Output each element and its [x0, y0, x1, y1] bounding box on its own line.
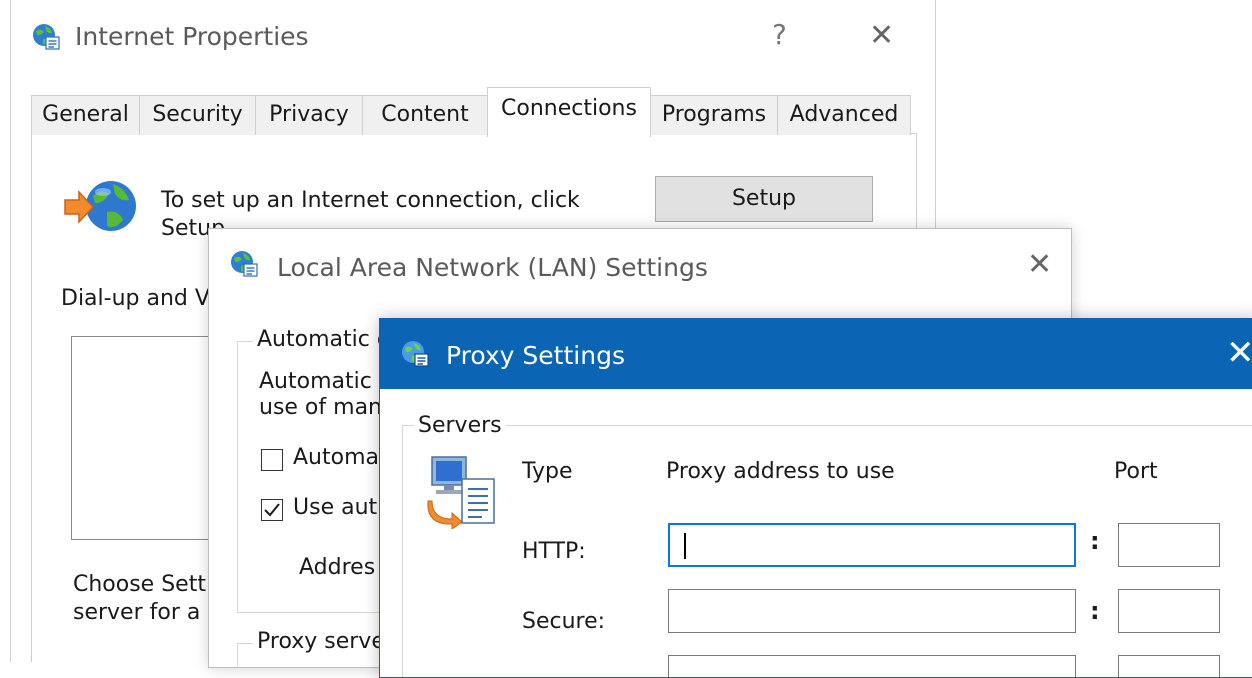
proxy-server-label: Proxy serve	[253, 629, 389, 654]
http-port-input[interactable]	[1118, 523, 1220, 567]
dialup-vpn-label: Dial-up and Vi	[61, 286, 216, 311]
auto-detect-label: Automa	[293, 445, 379, 470]
globe-settings-icon	[402, 341, 429, 367]
secure-address-input[interactable]	[668, 589, 1076, 633]
tab-general[interactable]: General	[31, 95, 140, 135]
proxy-settings-titlebar: Proxy Settings ✕	[380, 319, 1252, 389]
type-column-header: Type	[522, 459, 573, 484]
secure-port-input[interactable]	[1118, 589, 1220, 633]
text-caret	[684, 533, 686, 559]
port-column-header: Port	[1114, 459, 1158, 484]
checkmark-icon	[264, 503, 280, 517]
close-button[interactable]: ✕	[1027, 247, 1052, 282]
use-script-label: Use aut	[293, 495, 378, 520]
help-button[interactable]: ?	[772, 18, 787, 51]
choose-settings-line1: Choose Setti	[73, 572, 213, 597]
automatic-description-line1: Automatic c	[259, 369, 391, 394]
auto-detect-checkbox[interactable]	[261, 449, 283, 471]
secure-label: Secure:	[522, 609, 606, 634]
servers-label: Servers	[414, 413, 506, 438]
choose-settings-line2: server for a c	[73, 600, 220, 625]
window-title: Local Area Network (LAN) Settings	[277, 253, 708, 282]
tab-connections[interactable]: Connections	[487, 87, 651, 137]
ftp-address-input[interactable]	[668, 655, 1076, 677]
window-title: Internet Properties	[75, 22, 309, 51]
internet-properties-titlebar: Internet Properties ? ✕	[11, 0, 935, 76]
http-colon: :	[1090, 527, 1100, 555]
close-button[interactable]: ✕	[869, 18, 894, 53]
tab-content[interactable]: Content	[362, 95, 488, 135]
globe-settings-icon	[231, 251, 258, 277]
globe-settings-icon	[33, 24, 60, 50]
ftp-port-input[interactable]	[1118, 655, 1220, 677]
tab-advanced[interactable]: Advanced	[777, 95, 911, 135]
tab-security[interactable]: Security	[139, 95, 256, 135]
close-button[interactable]: ✕	[1226, 333, 1252, 373]
tab-programs[interactable]: Programs	[650, 95, 778, 135]
secure-colon: :	[1090, 597, 1100, 625]
proxy-settings-window: Proxy Settings ✕ Servers Type Proxy addr…	[379, 318, 1252, 678]
http-address-input[interactable]	[668, 523, 1076, 567]
globe-connection-icon	[64, 181, 136, 231]
address-column-header: Proxy address to use	[666, 459, 895, 484]
http-label: HTTP:	[522, 539, 586, 564]
automatic-configuration-label: Automatic c	[253, 327, 393, 352]
use-script-checkbox[interactable]	[261, 499, 283, 521]
tab-privacy[interactable]: Privacy	[255, 95, 363, 135]
proxy-servers-icon	[427, 456, 495, 529]
automatic-description-line2: use of man	[259, 395, 382, 420]
setup-button[interactable]: Setup	[655, 176, 873, 222]
window-title: Proxy Settings	[446, 341, 625, 370]
setup-instruction-line1: To set up an Internet connection, click	[161, 188, 580, 213]
address-label: Addres	[299, 555, 376, 580]
